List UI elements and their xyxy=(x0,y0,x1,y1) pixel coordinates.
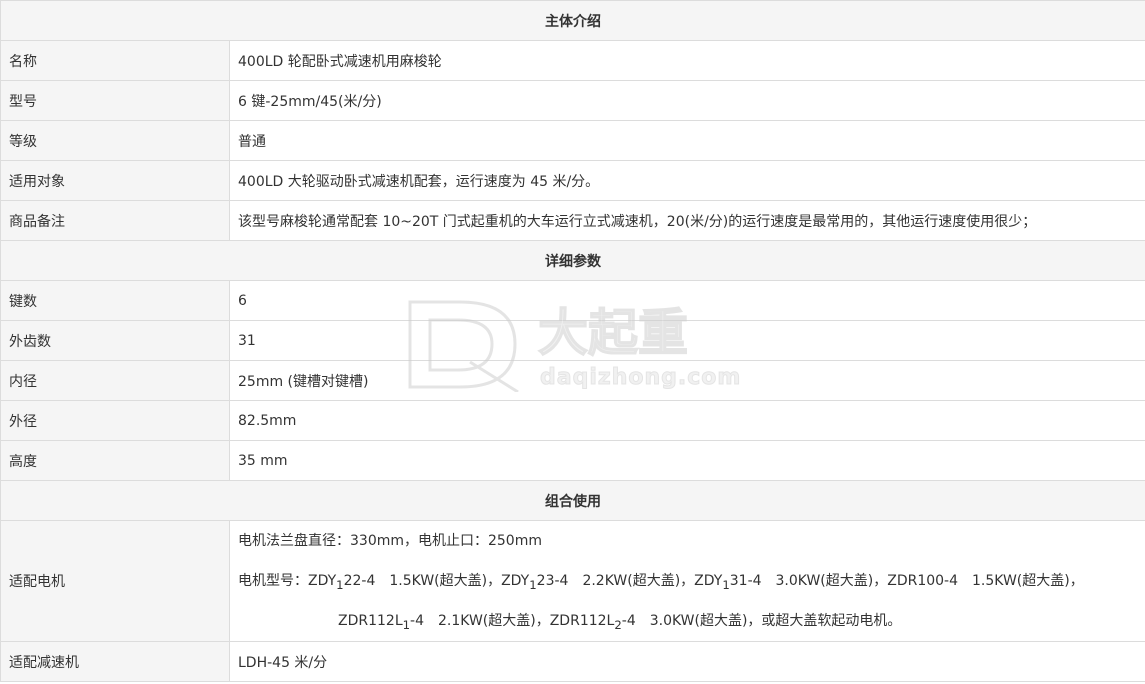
table-row: 等级 普通 xyxy=(0,120,1145,161)
motor-flange-line: 电机法兰盘直径：330mm，电机止口：250mm xyxy=(238,533,542,549)
text-part: -4 2.1KW(超大盖)，ZDR112L xyxy=(410,613,615,629)
section-title-detail-params: 详细参数 xyxy=(0,240,1145,281)
row-value: 6 键-25mm/45(米/分) xyxy=(229,80,1145,121)
subscript: 1 xyxy=(529,577,537,592)
row-label: 型号 xyxy=(0,80,230,121)
text-part: -4 3.0KW(超大盖)，或超大盖软起动电机。 xyxy=(621,613,902,629)
row-label: 键数 xyxy=(0,280,230,321)
spec-page: 主体介绍 名称 400LD 轮配卧式减速机用麻梭轮 型号 6 键-25mm/45… xyxy=(0,0,1145,684)
motor-spec-cell: 电机法兰盘直径：330mm，电机止口：250mm 电机型号：ZDY122-4 1… xyxy=(229,520,1145,642)
table-row: 适配减速机 LDH-45 米/分 xyxy=(0,641,1145,682)
row-label: 外齿数 xyxy=(0,320,230,361)
table-row: 商品备注 该型号麻梭轮通常配套 10~20T 门式起重机的大车运行立式减速机，2… xyxy=(0,200,1145,241)
motor-model-line-cont: ZDR112L1-4 2.1KW(超大盖)，ZDR112L2-4 3.0KW(超… xyxy=(238,601,1137,641)
row-value: 普通 xyxy=(229,120,1145,161)
row-label: 名称 xyxy=(0,40,230,81)
row-value: 82.5mm xyxy=(229,400,1145,441)
table-row: 高度 35 mm xyxy=(0,440,1145,481)
row-value: 35 mm xyxy=(229,440,1145,481)
spec-table: 主体介绍 名称 400LD 轮配卧式减速机用麻梭轮 型号 6 键-25mm/45… xyxy=(0,0,1145,682)
row-label: 适配电机 xyxy=(0,520,230,642)
section-header-row: 详细参数 xyxy=(0,240,1145,281)
row-label: 适配减速机 xyxy=(0,641,230,682)
row-label: 适用对象 xyxy=(0,160,230,201)
row-label: 高度 xyxy=(0,440,230,481)
table-row: 外齿数 31 xyxy=(0,320,1145,361)
subscript: 1 xyxy=(336,577,344,592)
row-value: 400LD 大轮驱动卧式减速机配套，运行速度为 45 米/分。 xyxy=(229,160,1145,201)
row-label: 商品备注 xyxy=(0,200,230,241)
subscript: 1 xyxy=(402,617,411,632)
table-row-motor: 适配电机 电机法兰盘直径：330mm，电机止口：250mm 电机型号：ZDY12… xyxy=(0,520,1145,642)
table-row: 型号 6 键-25mm/45(米/分) xyxy=(0,80,1145,121)
subscript: 2 xyxy=(614,617,622,632)
text-part: ZDR112L xyxy=(338,613,403,629)
text-part: 31-4 3.0KW(超大盖)，ZDR100-4 1.5KW(超大盖)， xyxy=(729,573,1084,589)
row-label: 等级 xyxy=(0,120,230,161)
section-title-combination: 组合使用 xyxy=(0,480,1145,521)
text-part: 23-4 2.2KW(超大盖)，ZDY xyxy=(536,573,723,589)
table-row: 键数 6 xyxy=(0,280,1145,321)
row-value: 400LD 轮配卧式减速机用麻梭轮 xyxy=(229,40,1145,81)
row-label: 内径 xyxy=(0,360,230,401)
subscript: 1 xyxy=(722,577,730,592)
row-value: 31 xyxy=(229,320,1145,361)
row-value: 25mm (键槽对键槽) xyxy=(229,360,1145,401)
motor-model-line: 电机型号：ZDY122-4 1.5KW(超大盖)，ZDY123-4 2.2KW(… xyxy=(238,561,1137,601)
section-title-main-intro: 主体介绍 xyxy=(0,0,1145,41)
row-value: 6 xyxy=(229,280,1145,321)
table-row: 内径 25mm (键槽对键槽) xyxy=(0,360,1145,401)
table-row: 适用对象 400LD 大轮驱动卧式减速机配套，运行速度为 45 米/分。 xyxy=(0,160,1145,201)
text-part: 电机型号：ZDY xyxy=(238,573,337,589)
table-row: 名称 400LD 轮配卧式减速机用麻梭轮 xyxy=(0,40,1145,81)
section-header-row: 主体介绍 xyxy=(0,0,1145,41)
table-row: 外径 82.5mm xyxy=(0,400,1145,441)
text-part: 22-4 1.5KW(超大盖)，ZDY xyxy=(343,573,530,589)
row-value: LDH-45 米/分 xyxy=(229,641,1145,682)
section-header-row: 组合使用 xyxy=(0,480,1145,521)
row-label: 外径 xyxy=(0,400,230,441)
row-value: 该型号麻梭轮通常配套 10~20T 门式起重机的大车运行立式减速机，20(米/分… xyxy=(229,200,1145,241)
